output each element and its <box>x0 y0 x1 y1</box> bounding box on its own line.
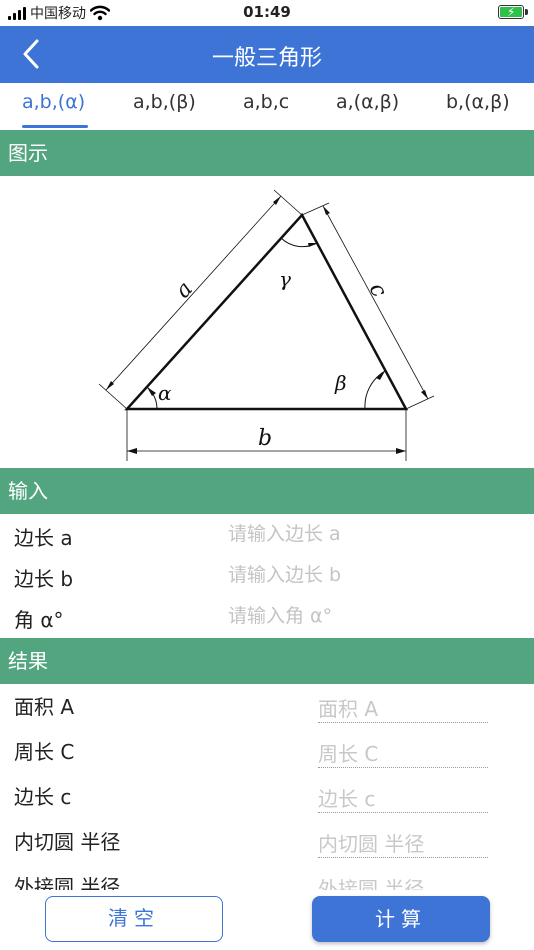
status-time: 01:49 <box>243 3 291 21</box>
triangle-shape <box>124 212 409 411</box>
tab-a-b-beta[interactable]: a,b,(β) <box>133 91 196 113</box>
side-c-value: 边长 c <box>318 783 488 813</box>
label-side-b: b <box>258 426 272 451</box>
label-side-a: a <box>171 277 198 303</box>
result-row-side-c: 边长 c 边长 c <box>0 775 534 820</box>
angle-alpha-label: 角 α° <box>14 608 64 632</box>
circumradius-value: 外接圆 半径 <box>318 873 488 890</box>
input-row-angle-alpha: 角 α° <box>0 596 534 637</box>
input-row-side-a: 边长 a <box>0 514 534 555</box>
angle-alpha-input[interactable] <box>228 600 518 632</box>
label-angle-alpha: α <box>158 381 172 405</box>
tab-bar: a,b,(α) a,b,(β) a,b,c a,(α,β) b,(α,β) <box>0 83 534 130</box>
perimeter-label: 周长 C <box>14 740 75 764</box>
side-c-label: 边长 c <box>14 785 72 809</box>
clear-button[interactable]: 清空 <box>45 896 223 942</box>
triangle-diagram: a b c α β γ <box>98 189 435 461</box>
page-title: 一般三角形 <box>211 46 322 71</box>
active-tab-indicator <box>22 125 88 128</box>
result-row-inradius: 内切圆 半径 内切圆 半径 <box>0 820 534 865</box>
status-bar: 中国移动 01:49 ⚡ <box>0 0 534 26</box>
side-b-input[interactable] <box>228 559 518 591</box>
result-list[interactable]: 面积 A 面积 A 周长 C 周长 C 边长 c 边长 c 内切圆 半径 内切圆… <box>0 685 534 890</box>
tab-a-b-c[interactable]: a,b,c <box>243 91 289 113</box>
input-row-side-b: 边长 b <box>0 555 534 596</box>
result-row-perimeter: 周长 C 周长 C <box>0 730 534 775</box>
area-label: 面积 A <box>14 695 75 719</box>
side-b-label: 边长 b <box>14 567 74 591</box>
side-a-input[interactable] <box>228 518 518 550</box>
area-value: 面积 A <box>318 693 488 723</box>
tab-a-alpha-beta[interactable]: a,(α,β) <box>336 91 399 113</box>
tab-a-b-alpha[interactable]: a,b,(α) <box>22 91 85 113</box>
tab-b-alpha-beta[interactable]: b,(α,β) <box>446 91 510 113</box>
result-row-circumradius: 外接圆 半径 外接圆 半径 <box>0 865 534 890</box>
label-angle-gamma: γ <box>279 267 291 291</box>
result-section-header: 结果 <box>0 638 534 684</box>
perimeter-value: 周长 C <box>318 738 488 768</box>
label-angle-beta: β <box>334 371 347 395</box>
inradius-value: 内切圆 半径 <box>318 828 488 858</box>
side-a-label: 边长 a <box>14 526 73 550</box>
result-row-area: 面积 A 面积 A <box>0 685 534 730</box>
diagram-section-header: 图示 <box>0 130 534 176</box>
nav-bar: 一般三角形 <box>0 26 534 83</box>
battery-icon: ⚡ <box>498 5 528 19</box>
input-section-header: 输入 <box>0 468 534 514</box>
label-side-c: c <box>364 279 392 302</box>
circumradius-label: 外接圆 半径 <box>14 875 121 890</box>
calculate-button[interactable]: 计算 <box>312 896 490 942</box>
inradius-label: 内切圆 半径 <box>14 830 121 854</box>
